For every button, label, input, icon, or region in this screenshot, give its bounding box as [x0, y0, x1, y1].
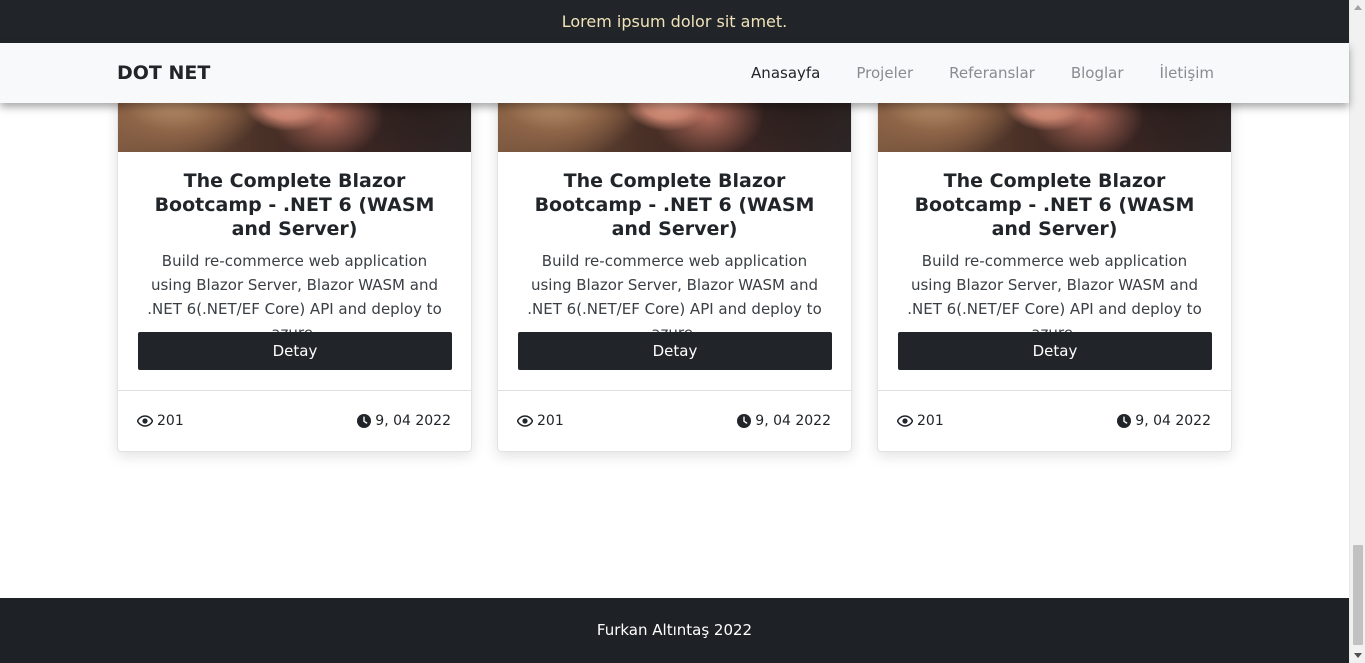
publish-date-value: 9, 04 2022 [755, 413, 831, 429]
view-count-value: 201 [537, 413, 564, 429]
publish-date: 9, 04 2022 [357, 413, 451, 429]
course-card: The Complete Blazor Bootcamp - .NET 6 (W… [877, 60, 1232, 452]
card-title: The Complete Blazor Bootcamp - .NET 6 (W… [534, 170, 815, 240]
eye-icon [897, 415, 913, 427]
page-footer: Furkan Altıntaş 2022 [0, 598, 1349, 663]
eye-icon [137, 415, 153, 427]
detail-button[interactable]: Detay [518, 332, 832, 370]
card-description: Build re-commerce web application using … [527, 252, 822, 342]
footer-text: Furkan Altıntaş 2022 [596, 621, 753, 639]
publish-date-value: 9, 04 2022 [375, 413, 451, 429]
view-count-value: 201 [157, 413, 184, 429]
view-count: 201 [517, 413, 564, 429]
brand-logo[interactable]: DOT NET [117, 43, 210, 103]
publish-date-value: 9, 04 2022 [1135, 413, 1211, 429]
scroll-thumb[interactable] [1353, 545, 1363, 645]
card-footer: 201 9, 04 2022 [878, 390, 1231, 451]
clock-icon [1117, 414, 1132, 428]
clock-icon [737, 414, 752, 428]
nav-link-anasayfa[interactable]: Anasayfa [751, 43, 820, 103]
card-title: The Complete Blazor Bootcamp - .NET 6 (W… [914, 170, 1195, 240]
scroll-up-arrow-icon[interactable] [1354, 5, 1362, 10]
nav-link-referanslar[interactable]: Referanslar [949, 43, 1035, 103]
course-card: The Complete Blazor Bootcamp - .NET 6 (W… [117, 60, 472, 452]
announcement-bar: Lorem ipsum dolor sit amet. [0, 0, 1349, 43]
eye-icon [517, 415, 533, 427]
card-footer: 201 9, 04 2022 [118, 390, 471, 451]
publish-date: 9, 04 2022 [737, 413, 831, 429]
nav-link-bloglar[interactable]: Bloglar [1071, 43, 1124, 103]
card-footer: 201 9, 04 2022 [498, 390, 851, 451]
card-title: The Complete Blazor Bootcamp - .NET 6 (W… [154, 170, 435, 240]
view-count: 201 [897, 413, 944, 429]
card-description: Build re-commerce web application using … [147, 252, 442, 342]
card-description: Build re-commerce web application using … [907, 252, 1202, 342]
course-card: The Complete Blazor Bootcamp - .NET 6 (W… [497, 60, 852, 452]
view-count: 201 [137, 413, 184, 429]
vertical-scrollbar[interactable] [1349, 0, 1365, 663]
scroll-down-arrow-icon[interactable] [1354, 653, 1362, 658]
nav-link-iletisim[interactable]: İletişim [1160, 43, 1214, 103]
publish-date: 9, 04 2022 [1117, 413, 1211, 429]
detail-button[interactable]: Detay [138, 332, 452, 370]
detail-button[interactable]: Detay [898, 332, 1212, 370]
main-navbar: DOT NET Anasayfa Projeler Referanslar Bl… [0, 43, 1349, 103]
announcement-text: Lorem ipsum dolor sit amet. [561, 12, 788, 31]
nav-links: Anasayfa Projeler Referanslar Bloglar İl… [715, 43, 1214, 103]
view-count-value: 201 [917, 413, 944, 429]
nav-link-projeler[interactable]: Projeler [856, 43, 913, 103]
clock-icon [357, 414, 372, 428]
